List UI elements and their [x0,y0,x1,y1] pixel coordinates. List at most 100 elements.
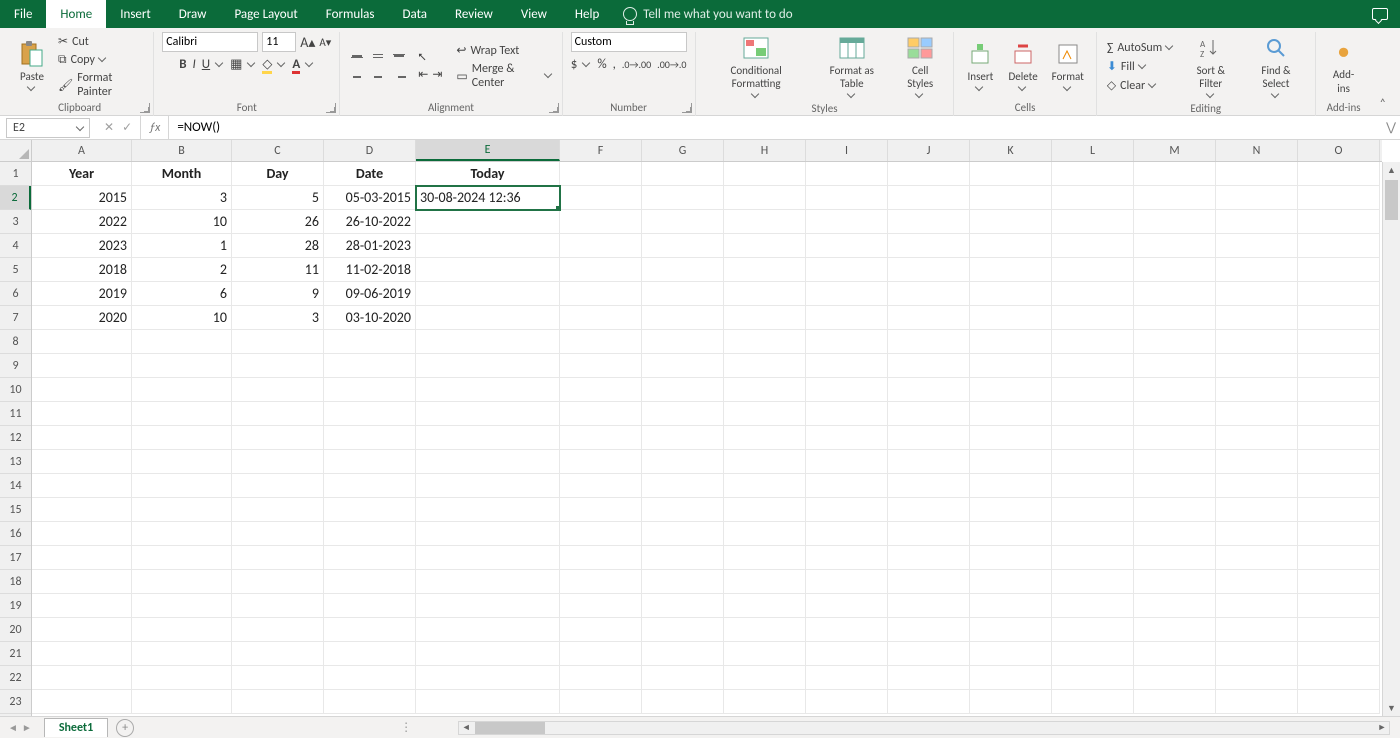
cell[interactable] [132,642,232,666]
cell[interactable] [560,354,642,378]
cell[interactable] [724,162,806,186]
cell[interactable] [724,234,806,258]
row-header[interactable]: 7 [0,306,31,330]
cell[interactable] [32,666,132,690]
column-header[interactable]: D [324,140,416,161]
cell[interactable] [132,666,232,690]
cell[interactable] [1216,498,1298,522]
cell[interactable] [1134,498,1216,522]
cell[interactable] [416,258,560,282]
cell[interactable] [324,474,416,498]
cell[interactable] [560,306,642,330]
cell[interactable]: 11-02-2018 [324,258,416,282]
cell[interactable]: 2 [132,258,232,282]
cell[interactable] [806,402,888,426]
cell[interactable] [232,618,324,642]
cell[interactable] [32,522,132,546]
cell[interactable] [806,330,888,354]
enter-formula-icon[interactable]: ✓ [122,120,132,135]
menu-tab-help[interactable]: Help [561,0,613,28]
cell[interactable] [132,354,232,378]
cell[interactable]: 9 [232,282,324,306]
align-bottom[interactable] [390,47,408,65]
cell[interactable] [1052,546,1134,570]
column-header[interactable]: H [724,140,806,161]
font-color-button[interactable]: A [292,57,300,72]
cell[interactable] [806,258,888,282]
cell[interactable] [888,522,970,546]
cell[interactable]: 2022 [32,210,132,234]
cell[interactable] [1134,666,1216,690]
cell[interactable] [32,330,132,354]
formula-input[interactable] [169,118,1382,138]
cell[interactable] [888,594,970,618]
cell[interactable] [1298,354,1380,378]
cell[interactable] [642,306,724,330]
row-header[interactable]: 10 [0,378,31,402]
cell[interactable] [560,186,642,210]
cell[interactable] [1216,450,1298,474]
format-painter-button[interactable]: 🖌Format Painter [56,70,145,100]
cell[interactable] [1216,354,1298,378]
cell[interactable] [970,690,1052,714]
cell[interactable] [724,186,806,210]
cell[interactable] [32,642,132,666]
cell[interactable] [642,186,724,210]
cell[interactable] [724,474,806,498]
align-right[interactable] [390,68,408,86]
cell[interactable] [1134,234,1216,258]
cell[interactable] [642,642,724,666]
cell[interactable] [232,666,324,690]
cell[interactable] [1216,426,1298,450]
cell[interactable] [806,282,888,306]
cell[interactable] [970,282,1052,306]
cell[interactable] [806,378,888,402]
cell[interactable] [1134,258,1216,282]
cell[interactable] [642,690,724,714]
cell[interactable] [642,618,724,642]
cell[interactable] [806,306,888,330]
cell[interactable] [416,522,560,546]
cell[interactable] [416,642,560,666]
row-header[interactable]: 19 [0,594,31,618]
cell[interactable] [1134,642,1216,666]
decrease-decimal[interactable]: .00→.0 [657,58,686,71]
cell[interactable] [1134,450,1216,474]
cell[interactable]: 2015 [32,186,132,210]
menu-tab-formulas[interactable]: Formulas [312,0,389,28]
cell[interactable] [1216,546,1298,570]
cell[interactable] [888,210,970,234]
cell[interactable]: 11 [232,258,324,282]
cell[interactable] [1216,282,1298,306]
cell[interactable] [232,690,324,714]
cell[interactable]: Date [324,162,416,186]
format-as-table-button[interactable]: Format as Table [815,32,889,102]
cell[interactable] [1134,474,1216,498]
row-header[interactable]: 17 [0,546,31,570]
cell[interactable] [560,474,642,498]
cell[interactable]: 2018 [32,258,132,282]
expand-formula-bar-icon[interactable]: ⋁ [1382,120,1400,135]
cell[interactable] [1052,234,1134,258]
column-header[interactable]: I [806,140,888,161]
scroll-thumb[interactable] [1385,180,1398,220]
row-header[interactable]: 8 [0,330,31,354]
row-header[interactable]: 13 [0,450,31,474]
cell[interactable]: 05-03-2015 [324,186,416,210]
cell[interactable] [232,354,324,378]
cell[interactable] [724,522,806,546]
cell[interactable] [560,162,642,186]
cell[interactable] [642,666,724,690]
horizontal-scrollbar[interactable]: ◄ ► [458,721,1390,735]
menu-tab-page-layout[interactable]: Page Layout [220,0,311,28]
cell[interactable] [132,594,232,618]
cell[interactable] [132,618,232,642]
cell[interactable] [970,402,1052,426]
cell[interactable] [1052,378,1134,402]
cell[interactable] [1298,642,1380,666]
cell[interactable] [1298,330,1380,354]
column-header[interactable]: J [888,140,970,161]
cell[interactable]: Month [132,162,232,186]
cell[interactable] [560,450,642,474]
find-select-button[interactable]: Find & Select [1245,32,1306,102]
